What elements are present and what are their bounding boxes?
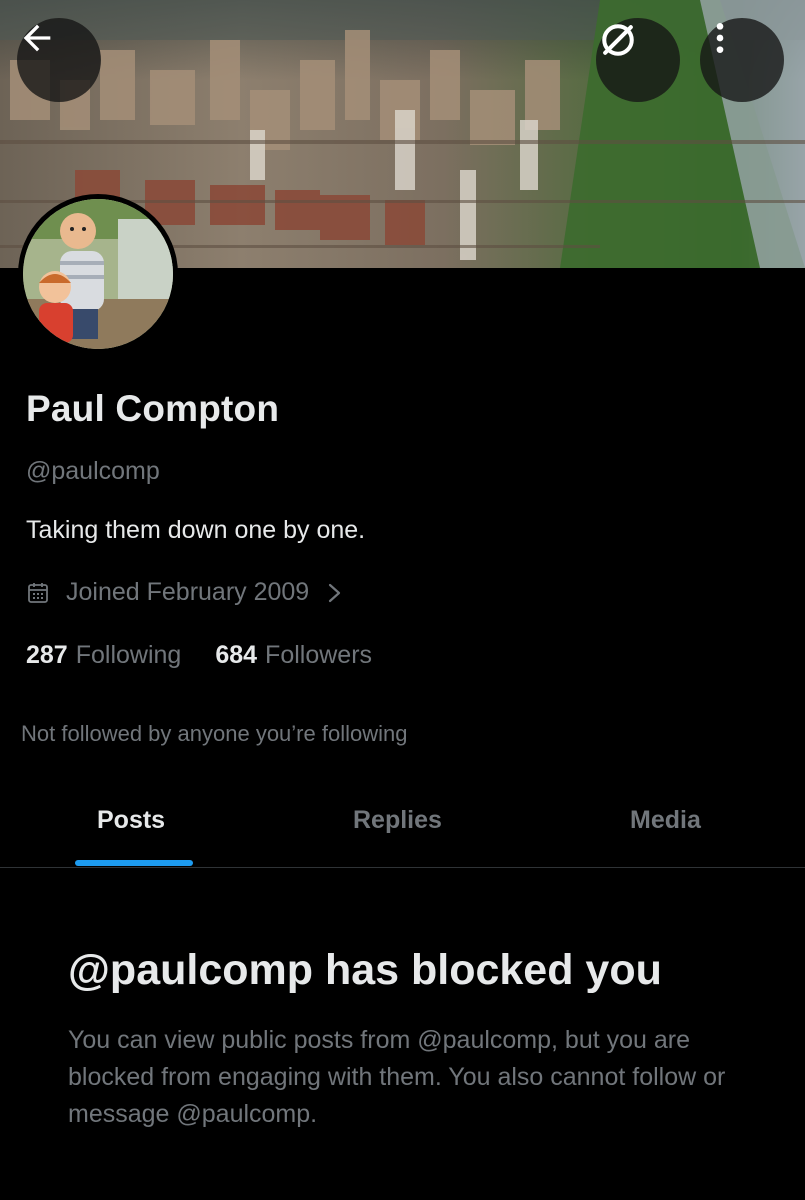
tab-posts[interactable]: Posts xyxy=(97,806,165,835)
followers-count: 684 xyxy=(215,641,258,669)
joined-text: Joined February 2009 xyxy=(66,578,310,606)
profile-bio: Taking them down one by one. xyxy=(26,516,366,544)
arrow-left-icon xyxy=(23,24,51,52)
following-label: Following xyxy=(75,641,182,669)
profile-tabs: Posts Replies Media xyxy=(0,780,805,868)
blocked-title: @paulcomp has blocked you xyxy=(68,946,662,994)
followers-stat[interactable]: 684 Followers xyxy=(215,641,372,670)
profile-page: Paul Compton @paulcomp Taking them down … xyxy=(0,0,805,1200)
more-vertical-icon xyxy=(716,23,724,53)
profile-name: Paul Compton xyxy=(26,388,280,429)
not-followed-text: Not followed by anyone you’re following xyxy=(21,721,408,746)
blocked-description: You can view public posts from @paulcomp… xyxy=(68,1026,726,1128)
tab-replies[interactable]: Replies xyxy=(353,806,442,835)
joined-info[interactable]: Joined February 2009 xyxy=(26,578,343,607)
avatar-image xyxy=(23,199,173,349)
avatar[interactable] xyxy=(18,194,178,354)
following-stat[interactable]: 287 Following xyxy=(26,641,181,670)
back-button[interactable] xyxy=(17,18,101,102)
tab-media[interactable]: Media xyxy=(630,806,701,835)
profile-handle: @paulcomp xyxy=(26,457,160,485)
active-tab-indicator xyxy=(75,860,193,866)
follow-stats: 287 Following 684 Followers xyxy=(26,641,406,670)
more-options-button[interactable] xyxy=(700,18,784,102)
calendar-icon xyxy=(26,581,50,605)
hide-profile-button[interactable] xyxy=(596,18,680,102)
eye-slash-circle-icon xyxy=(602,24,634,56)
chevron-right-icon[interactable] xyxy=(327,582,343,604)
followers-label: Followers xyxy=(265,641,373,669)
following-count: 287 xyxy=(26,641,68,669)
